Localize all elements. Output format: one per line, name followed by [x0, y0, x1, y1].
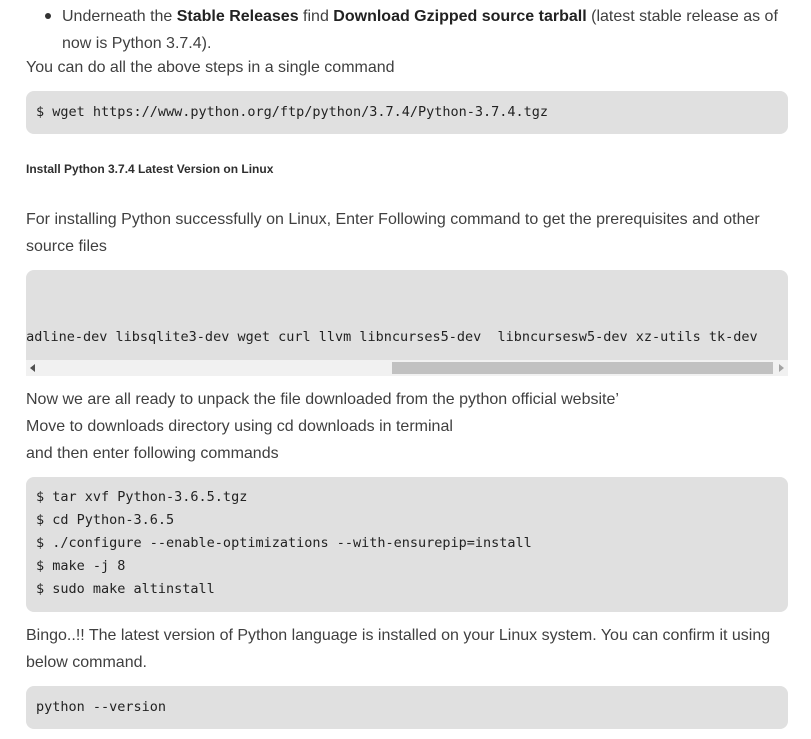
bullet-bold-download-tarball: Download Gzipped source tarball [333, 8, 587, 25]
list-item: Underneath the Stable Releases find Down… [0, 0, 811, 60]
unpack-paragraph-line: and then enter following commands [26, 445, 279, 462]
code-line[interactable]: $ ./configure --enable-optimizations --w… [36, 532, 532, 555]
horizontal-scrollbar[interactable] [26, 360, 788, 376]
code-line[interactable]: python --version [36, 696, 166, 719]
code-line[interactable]: $ cd Python-3.6.5 [36, 509, 174, 532]
prereq-paragraph-line: source files [26, 238, 107, 255]
prereq-paragraph-line: For installing Python successfully on Li… [26, 211, 760, 228]
bullet-mid: find [298, 8, 334, 25]
install-heading: Install Python 3.7.4 Latest Version on L… [26, 162, 274, 176]
code-line[interactable]: eadline-dev libsqlite3-dev wget curl llv… [26, 327, 758, 347]
wget-code-block[interactable]: $ wget https://www.python.org/ftp/python… [26, 91, 788, 134]
unpack-paragraph-line: Now we are all ready to unpack the file … [26, 391, 619, 408]
bullet-text: Underneath the Stable Releases find Down… [62, 3, 797, 57]
bullet-icon [45, 13, 51, 19]
unpack-paragraph-line: Move to downloads directory using cd dow… [26, 418, 453, 435]
code-line[interactable]: $ make -j 8 [36, 555, 125, 578]
build-commands-code-block[interactable]: $ tar xvf Python-3.6.5.tgz $ cd Python-3… [26, 477, 788, 612]
scrollbar-thumb[interactable] [392, 362, 773, 374]
dependencies-code-block[interactable]: eadline-dev libsqlite3-dev wget curl llv… [26, 270, 788, 376]
bingo-paragraph-line: below command. [26, 654, 147, 671]
version-code-block[interactable]: python --version [26, 686, 788, 729]
article-content: Underneath the Stable Releases find Down… [0, 0, 811, 739]
bullet-bold-stable-releases: Stable Releases [176, 8, 299, 25]
bullet-prefix: Underneath the [62, 8, 177, 25]
code-line[interactable]: $ tar xvf Python-3.6.5.tgz [36, 486, 247, 509]
scroll-right-arrow-icon[interactable] [779, 364, 784, 372]
bingo-paragraph-line: Bingo..!! The latest version of Python l… [26, 627, 771, 644]
code-line[interactable]: $ sudo make altinstall [36, 578, 215, 601]
scroll-left-arrow-icon[interactable] [30, 364, 35, 372]
single-command-paragraph: You can do all the above steps in a sing… [26, 59, 395, 76]
code-line[interactable]: $ wget https://www.python.org/ftp/python… [36, 101, 548, 124]
